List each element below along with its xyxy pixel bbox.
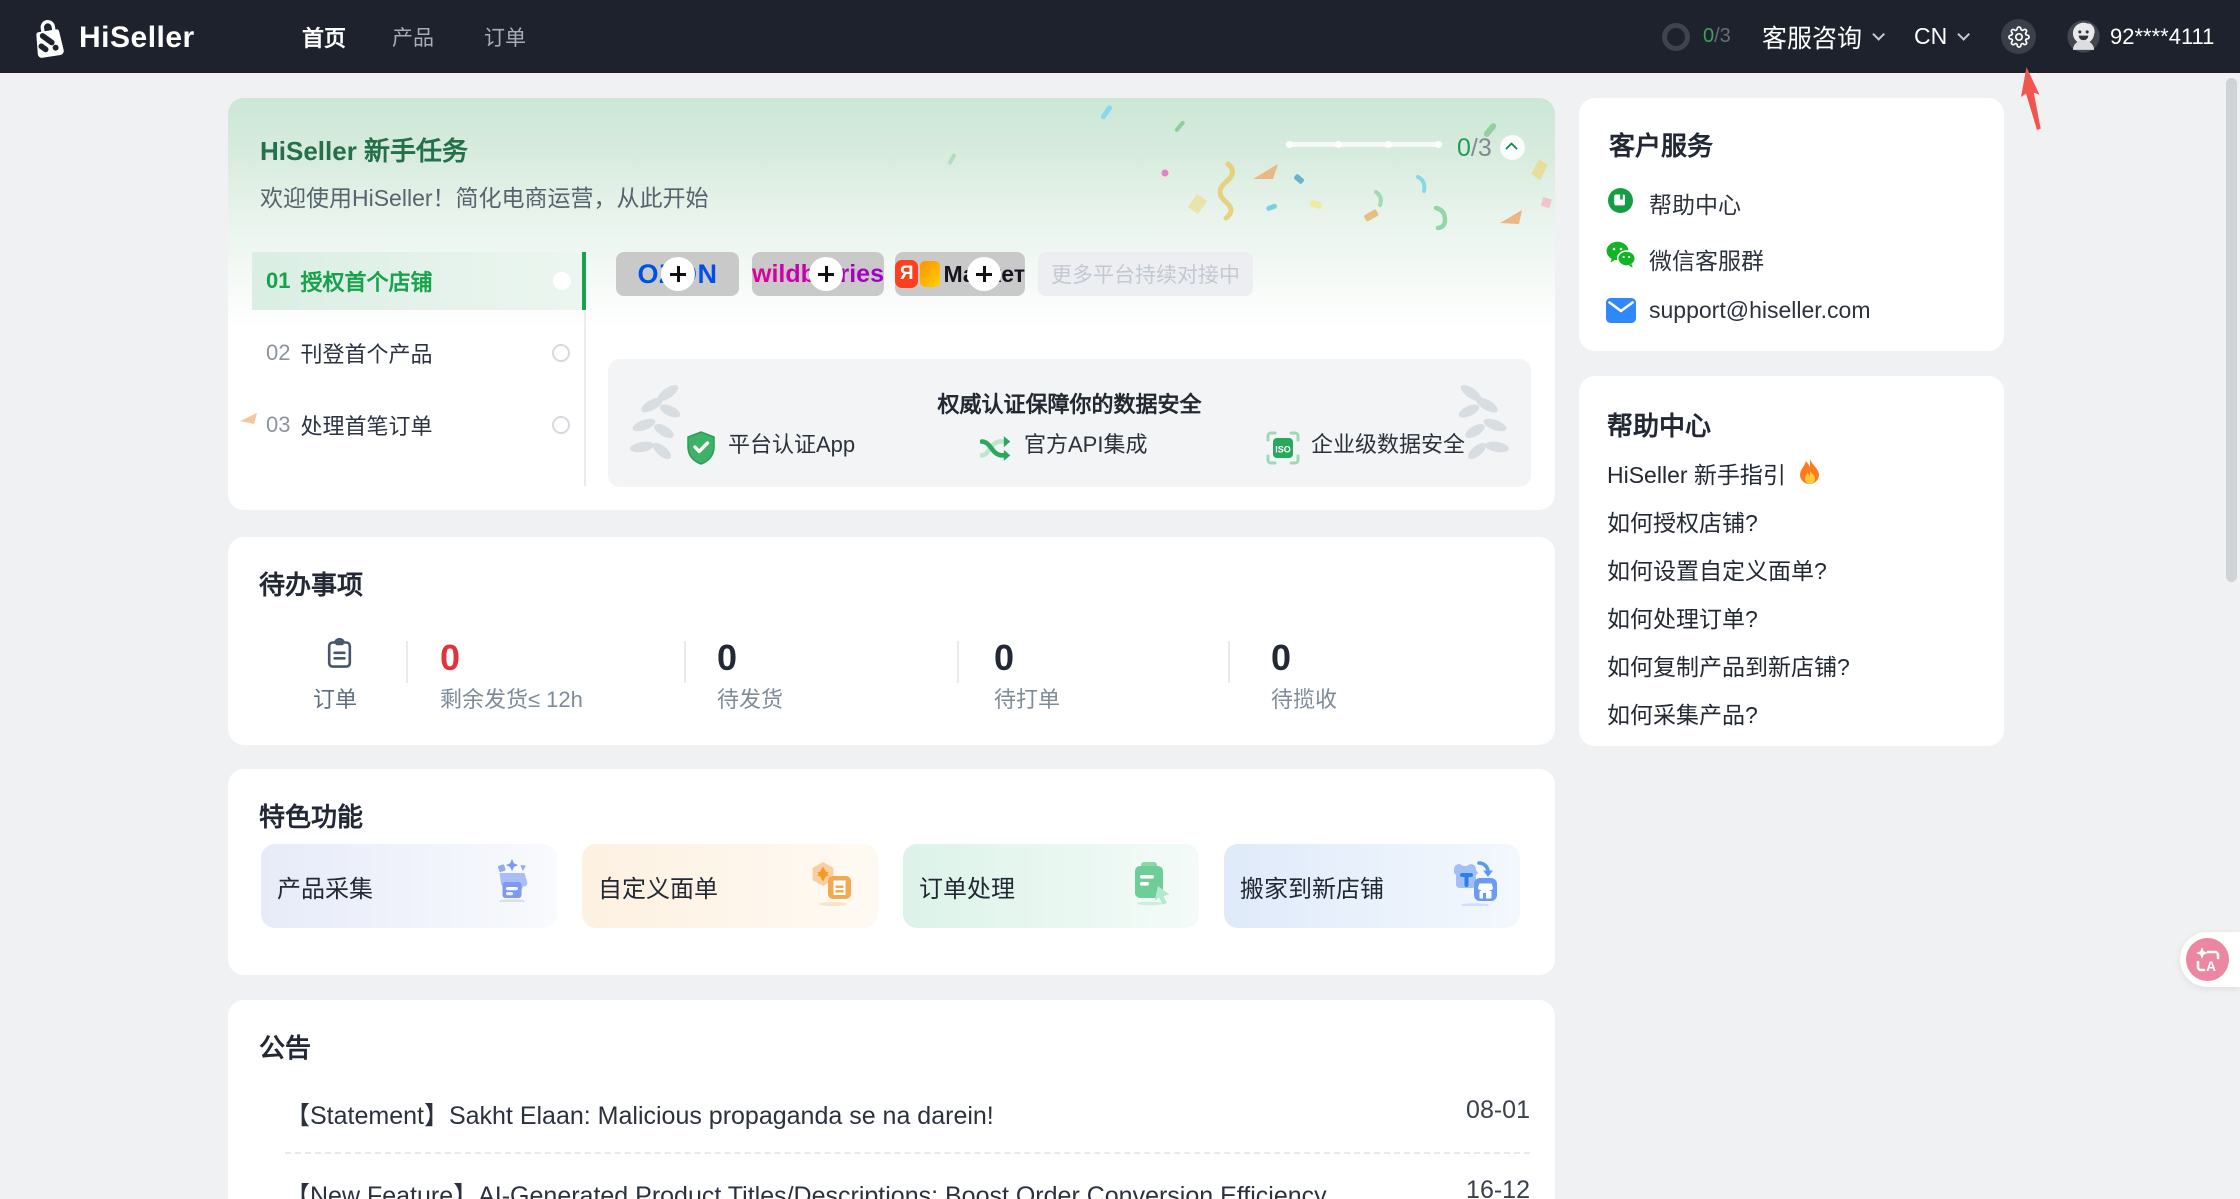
svg-text:ISO: ISO xyxy=(1275,445,1291,455)
svg-text:A: A xyxy=(2206,958,2216,974)
